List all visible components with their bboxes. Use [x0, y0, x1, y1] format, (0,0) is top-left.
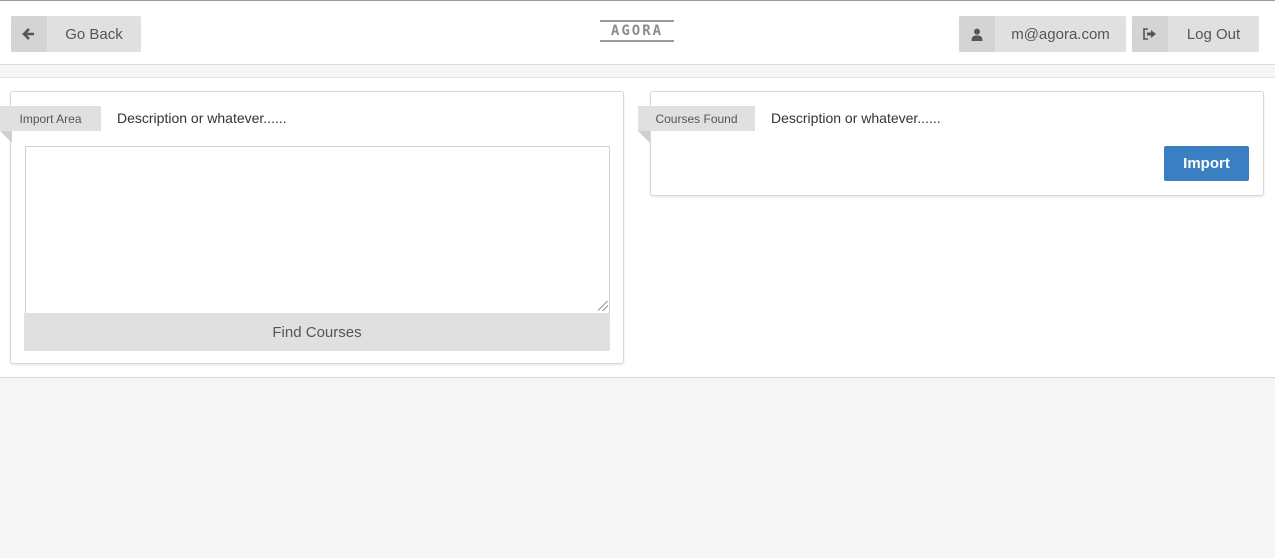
user-icon: [959, 16, 995, 52]
go-back-label: Go Back: [65, 25, 123, 43]
textarea-resize-handle[interactable]: [598, 301, 608, 311]
courses-found-ribbon: Courses Found: [638, 106, 755, 143]
import-area-description: Description or whatever......: [117, 110, 287, 126]
header-divider: [0, 65, 1275, 78]
find-courses-button[interactable]: Find Courses: [24, 313, 610, 351]
arrow-left-icon: [11, 16, 47, 52]
log-out-label: Log Out: [1186, 25, 1241, 43]
import-area-ribbon: Import Area: [0, 106, 101, 143]
courses-found-description: Description or whatever......: [771, 110, 941, 126]
import-area-panel: Import Area Description or whatever.....…: [0, 91, 624, 364]
import-button[interactable]: Import: [1164, 146, 1249, 181]
user-account-button[interactable]: m@agora.com: [959, 16, 1126, 52]
agora-logo: AGORA: [600, 20, 674, 42]
top-navbar: Go Back AGORA m@agora.com Log Out: [0, 0, 1275, 65]
log-out-button[interactable]: Log Out: [1132, 16, 1259, 52]
go-back-button[interactable]: Go Back: [11, 16, 141, 52]
user-email: m@agora.com: [1011, 25, 1110, 43]
sign-out-icon: [1132, 16, 1168, 52]
courses-found-panel: Courses Found Description or whatever...…: [638, 91, 1264, 196]
import-textarea[interactable]: [25, 146, 610, 314]
main-content: Import Area Description or whatever.....…: [0, 78, 1275, 378]
